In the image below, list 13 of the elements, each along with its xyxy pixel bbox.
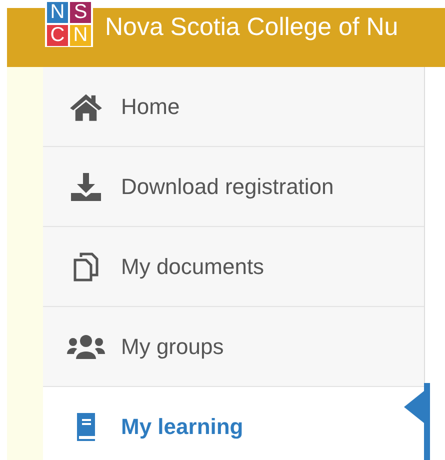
menu-item[interactable]: Download registration [43,147,424,227]
menu-item[interactable]: Home [43,67,424,147]
users-icon [66,334,106,360]
logo-letter: N [70,25,91,46]
logo-letter: S [70,2,91,23]
logo-letter: N [47,2,68,23]
documents-icon [73,252,99,282]
logo-letter: C [47,25,68,46]
download-icon [69,172,103,202]
site-title: Nova Scotia College of Nu [105,12,398,43]
menu-item[interactable]: My documents [43,227,424,307]
home-icon [69,92,103,122]
book-icon [74,412,98,442]
